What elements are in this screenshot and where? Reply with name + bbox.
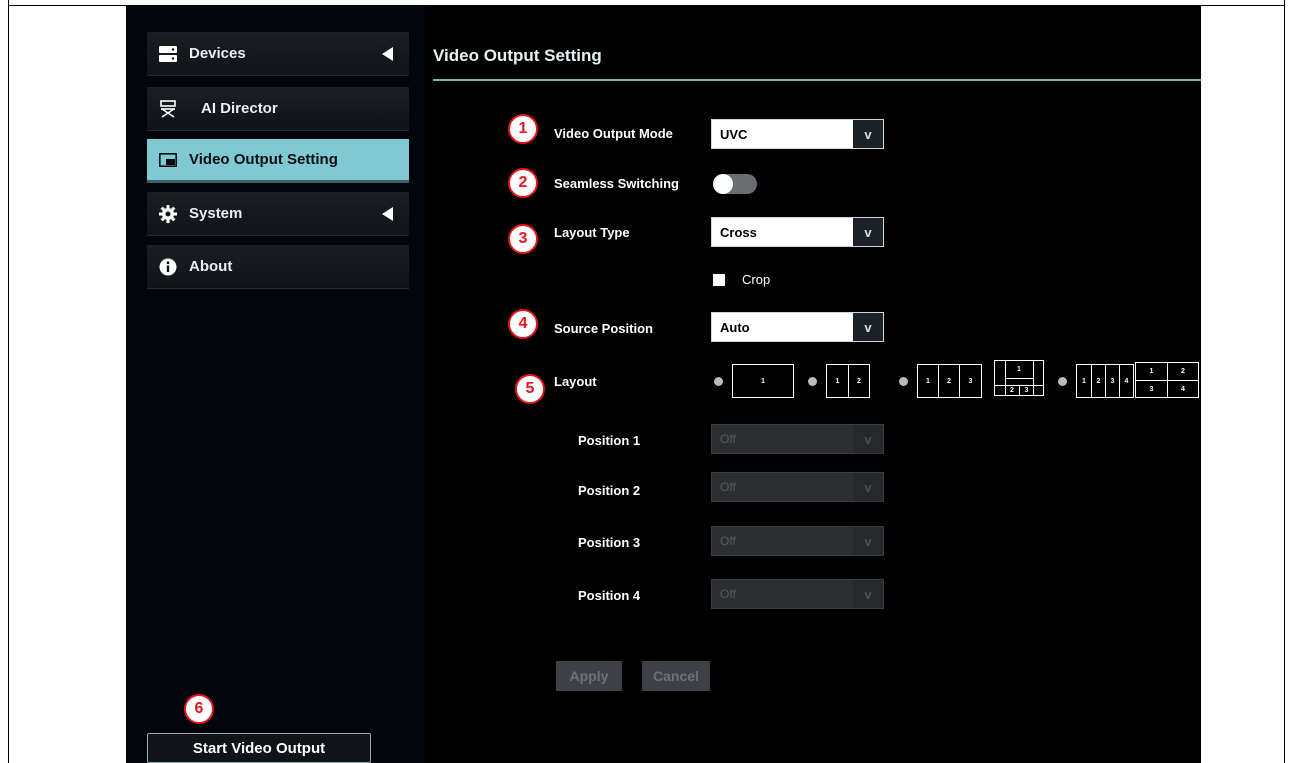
annotation-marker-2: 2 — [508, 168, 538, 198]
layout-option-dual[interactable]: 1 2 — [826, 364, 870, 398]
layout-type-label: Layout Type — [554, 225, 630, 240]
position-2-select[interactable]: Off v — [711, 472, 884, 502]
select-value: Cross — [720, 224, 757, 240]
sidebar-item-about[interactable]: About — [147, 245, 409, 289]
frame-left-border — [8, 0, 9, 763]
layout-radio-2[interactable] — [808, 377, 817, 386]
layout-cell: 4 — [1124, 377, 1129, 385]
layout-cell: 2 — [947, 377, 951, 385]
position-4-select[interactable]: Off v — [711, 579, 884, 609]
select-value: UVC — [720, 126, 748, 142]
layout-cell: 2 — [1181, 368, 1185, 375]
annotation-marker-4: 4 — [508, 309, 538, 339]
sidebar: Devices AI Director Video Output Setting… — [126, 6, 426, 763]
picture-in-picture-icon — [159, 151, 177, 169]
sidebar-item-label: System — [189, 205, 243, 222]
sidebar-item-label: About — [189, 258, 233, 275]
chevron-down-icon: v — [853, 580, 883, 608]
frame-right-border — [1284, 0, 1285, 763]
position-3-label: Position 3 — [578, 535, 641, 550]
sidebar-item-system[interactable]: System — [147, 192, 409, 236]
position-1-select[interactable]: Off v — [711, 424, 884, 454]
select-value: Off — [720, 480, 736, 494]
sidebar-item-devices[interactable]: Devices — [147, 32, 409, 76]
layout-radio-3[interactable] — [899, 377, 908, 386]
chevron-down-icon: v — [853, 218, 883, 246]
crop-checkbox[interactable] — [713, 274, 725, 286]
position-4-label: Position 4 — [578, 588, 641, 603]
layout-divider — [1005, 378, 1033, 379]
layout-option-triple-stacked[interactable]: 1 2 3 — [994, 360, 1044, 396]
position-3-select[interactable]: Off v — [711, 526, 884, 556]
layout-cell: 2 — [1010, 387, 1014, 394]
caret-left-icon — [382, 206, 393, 221]
layout-option-single[interactable]: 1 — [732, 364, 794, 398]
source-position-label: Source Position — [554, 321, 653, 336]
source-position-select[interactable]: Auto v — [711, 312, 884, 342]
select-value: Off — [720, 587, 736, 601]
layout-cell: 3 — [1149, 385, 1154, 393]
seamless-switching-toggle[interactable] — [713, 174, 757, 194]
server-icon — [159, 45, 177, 63]
layout-cell: 4 — [1181, 385, 1185, 393]
start-video-output-button[interactable]: Start Video Output — [147, 733, 371, 763]
layout-cell: 1 — [1017, 365, 1021, 373]
gear-icon — [159, 204, 177, 223]
annotation-marker-5: 5 — [515, 374, 545, 404]
sidebar-item-label: Devices — [189, 45, 246, 62]
sidebar-item-video-output-setting[interactable]: Video Output Setting — [147, 139, 409, 183]
layout-cell: 3 — [968, 377, 973, 385]
layout-cell: 3 — [1110, 377, 1115, 385]
video-output-mode-label: Video Output Mode — [554, 126, 673, 141]
position-1-label: Position 1 — [578, 433, 641, 448]
layout-cell: 1 — [761, 377, 765, 385]
annotation-marker-3: 3 — [508, 224, 538, 254]
layout-label: Layout — [554, 374, 597, 389]
page-title: Video Output Setting — [433, 46, 602, 65]
layout-cell: 1 — [1149, 368, 1154, 375]
crop-label: Crop — [742, 272, 771, 287]
director-chair-icon — [159, 99, 177, 118]
select-value: Auto — [720, 319, 750, 335]
seamless-switching-label: Seamless Switching — [554, 176, 679, 191]
layout-option-quad[interactable]: 1 2 3 4 — [1076, 364, 1134, 398]
chevron-down-icon: v — [853, 313, 883, 341]
layout-radio-4[interactable] — [1058, 377, 1067, 386]
cancel-button[interactable]: Cancel — [642, 661, 710, 691]
video-output-mode-select[interactable]: UVC v — [711, 119, 884, 149]
layout-cell: 1 — [835, 377, 840, 385]
chevron-down-icon: v — [853, 527, 883, 555]
layout-option-grid[interactable]: 1 2 3 4 — [1135, 362, 1199, 398]
title-divider — [433, 79, 1201, 81]
sidebar-item-label: AI Director — [201, 100, 278, 117]
apply-button[interactable]: Apply — [556, 661, 622, 691]
toggle-knob — [713, 174, 733, 194]
main-panel: Video Output Setting 1 Video Output Mode… — [426, 6, 1201, 763]
layout-cell: 1 — [926, 377, 930, 385]
layout-cell: 2 — [857, 377, 861, 385]
annotation-marker-6: 6 — [184, 694, 214, 724]
layout-radio-1[interactable] — [714, 377, 723, 386]
layout-type-select[interactable]: Cross v — [711, 217, 884, 247]
caret-left-icon — [382, 46, 393, 61]
layout-divider — [1033, 361, 1034, 395]
sidebar-item-ai-director[interactable]: AI Director — [147, 87, 409, 131]
info-icon — [159, 258, 177, 276]
annotation-marker-1: 1 — [508, 114, 538, 144]
chevron-down-icon: v — [853, 120, 883, 148]
position-2-label: Position 2 — [578, 483, 641, 498]
sidebar-item-label: Video Output Setting — [189, 151, 338, 168]
layout-cell: 3 — [1024, 387, 1029, 394]
layout-cell: 2 — [1096, 377, 1101, 385]
layout-option-triple[interactable]: 1 2 3 — [917, 364, 982, 398]
select-value: Off — [720, 432, 736, 446]
layout-cell: 1 — [1082, 377, 1086, 385]
select-value: Off — [720, 534, 736, 548]
chevron-down-icon: v — [853, 473, 883, 501]
chevron-down-icon: v — [853, 425, 883, 453]
